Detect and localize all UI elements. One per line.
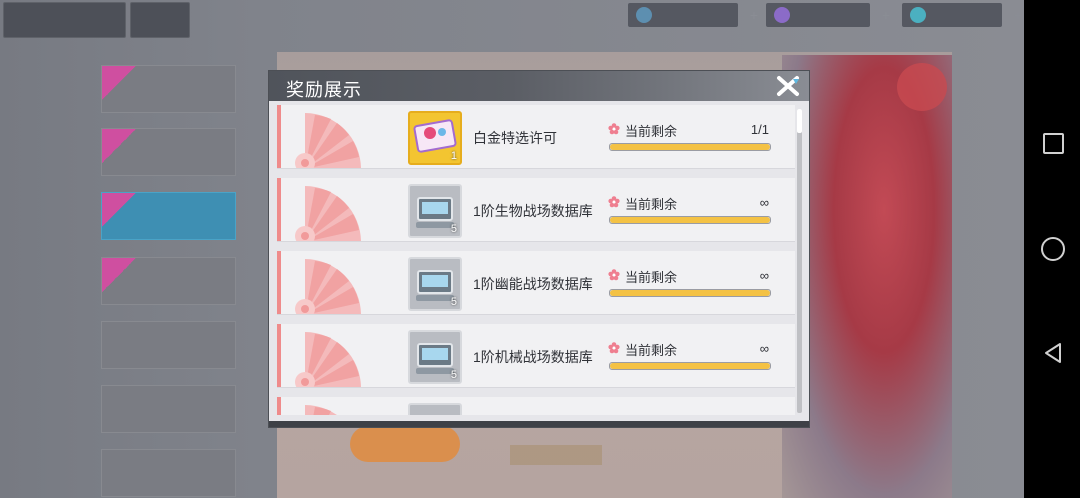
database-terminal-icon[interactable] <box>408 403 462 415</box>
event-info-bar <box>510 445 602 465</box>
shop-button[interactable] <box>130 2 190 38</box>
reward-list[interactable]: 1 白金特选许可 当前剩余 1/1 5 1阶生物战场数据库 当前剩余 ∞ 5 1… <box>277 105 795 415</box>
add-icon[interactable]: + <box>880 8 892 22</box>
remain-label: 当前剩余 <box>625 343 678 358</box>
item-name: 1阶幽能战场数据库 <box>473 276 593 292</box>
new-tag-icon <box>102 66 136 100</box>
remain-value: ∞ <box>759 195 769 210</box>
side-tab-1[interactable] <box>101 65 236 113</box>
resource-chip-3[interactable]: + <box>902 3 1022 27</box>
home-icon[interactable] <box>1041 237 1065 261</box>
event-action-button[interactable] <box>350 426 460 462</box>
row-accent-stripe <box>277 324 281 387</box>
item-count: 5 <box>450 369 457 381</box>
fan-emblem-icon <box>285 324 405 387</box>
row-accent-stripe <box>277 178 281 241</box>
back-icon[interactable] <box>1042 342 1064 364</box>
remain-progress-bar <box>609 216 771 224</box>
remain-value: 1/1 <box>750 122 769 137</box>
remain-progress-bar <box>609 362 771 370</box>
resource-icon <box>910 7 926 23</box>
fan-emblem-icon <box>285 251 405 314</box>
fan-emblem-icon <box>285 105 405 168</box>
sakura-icon <box>608 196 620 208</box>
reward-row: 5 1阶机械战场数据库 当前剩余 ∞ <box>277 324 795 388</box>
new-tag-icon <box>102 129 136 163</box>
item-count: 1 <box>450 150 457 162</box>
side-tab-4[interactable] <box>101 257 236 305</box>
emblem-icon <box>897 63 947 111</box>
remain-label: 当前剩余 <box>625 270 678 285</box>
remain-value: ∞ <box>759 341 769 356</box>
reward-display-modal: 奖励展示 1 白金特选许可 当前剩余 1/1 5 1阶生物战场数据库 当前剩余 … <box>268 70 810 428</box>
database-terminal-icon[interactable]: 5 <box>408 184 462 238</box>
remain-progress-bar <box>609 289 771 297</box>
progress-fill <box>610 144 770 150</box>
remain-label: 当前剩余 <box>625 124 678 139</box>
row-accent-stripe <box>277 397 281 415</box>
database-terminal-icon[interactable]: 5 <box>408 330 462 384</box>
database-terminal-icon[interactable]: 5 <box>408 257 462 311</box>
remain-value: ∞ <box>759 268 769 283</box>
add-icon[interactable]: + <box>1012 8 1024 22</box>
android-nav-bar <box>1024 0 1080 498</box>
fan-emblem-icon <box>285 397 405 415</box>
item-count: 5 <box>450 296 457 308</box>
resource-chip-1[interactable]: + <box>628 3 758 27</box>
resource-chip-2[interactable]: + <box>766 3 890 27</box>
remain-label: 当前剩余 <box>625 197 678 212</box>
new-tag-icon <box>102 193 136 227</box>
side-tab-6[interactable] <box>101 385 236 433</box>
item-count: 5 <box>450 223 457 235</box>
row-accent-stripe <box>277 105 281 168</box>
home-button[interactable] <box>3 2 126 38</box>
scroll-thumb[interactable] <box>797 109 802 133</box>
side-tab-3-active[interactable] <box>101 192 236 240</box>
side-tab-2[interactable] <box>101 128 236 176</box>
scrollbar[interactable] <box>797 109 802 413</box>
add-icon[interactable]: + <box>748 8 760 22</box>
fan-emblem-icon <box>285 178 405 241</box>
reward-row-partial <box>277 397 795 415</box>
reward-row: 5 1阶幽能战场数据库 当前剩余 ∞ <box>277 251 795 315</box>
item-name: 1阶机械战场数据库 <box>473 349 593 365</box>
item-name: 白金特选许可 <box>473 130 557 146</box>
platinum-permit-icon[interactable]: 1 <box>408 111 462 165</box>
close-x-icon[interactable] <box>773 74 803 98</box>
sakura-icon <box>608 123 620 135</box>
sakura-icon <box>608 342 620 354</box>
reward-row: 1 白金特选许可 当前剩余 1/1 <box>277 105 795 169</box>
reward-row: 5 1阶生物战场数据库 当前剩余 ∞ <box>277 178 795 242</box>
sakura-icon <box>608 269 620 281</box>
item-name: 1阶生物战场数据库 <box>473 203 593 219</box>
side-tab-5[interactable] <box>101 321 236 369</box>
new-tag-icon <box>102 258 136 292</box>
side-tab-7[interactable] <box>101 449 236 497</box>
row-accent-stripe <box>277 251 281 314</box>
modal-title: 奖励展示 <box>286 80 362 100</box>
progress-fill <box>610 290 770 296</box>
recent-apps-icon[interactable] <box>1043 133 1064 154</box>
resource-icon <box>636 7 652 23</box>
resource-icon <box>774 7 790 23</box>
remain-progress-bar <box>609 143 771 151</box>
progress-fill <box>610 363 770 369</box>
progress-fill <box>610 217 770 223</box>
modal-header: 奖励展示 <box>269 71 809 101</box>
modal-bottom-edge <box>269 421 809 427</box>
